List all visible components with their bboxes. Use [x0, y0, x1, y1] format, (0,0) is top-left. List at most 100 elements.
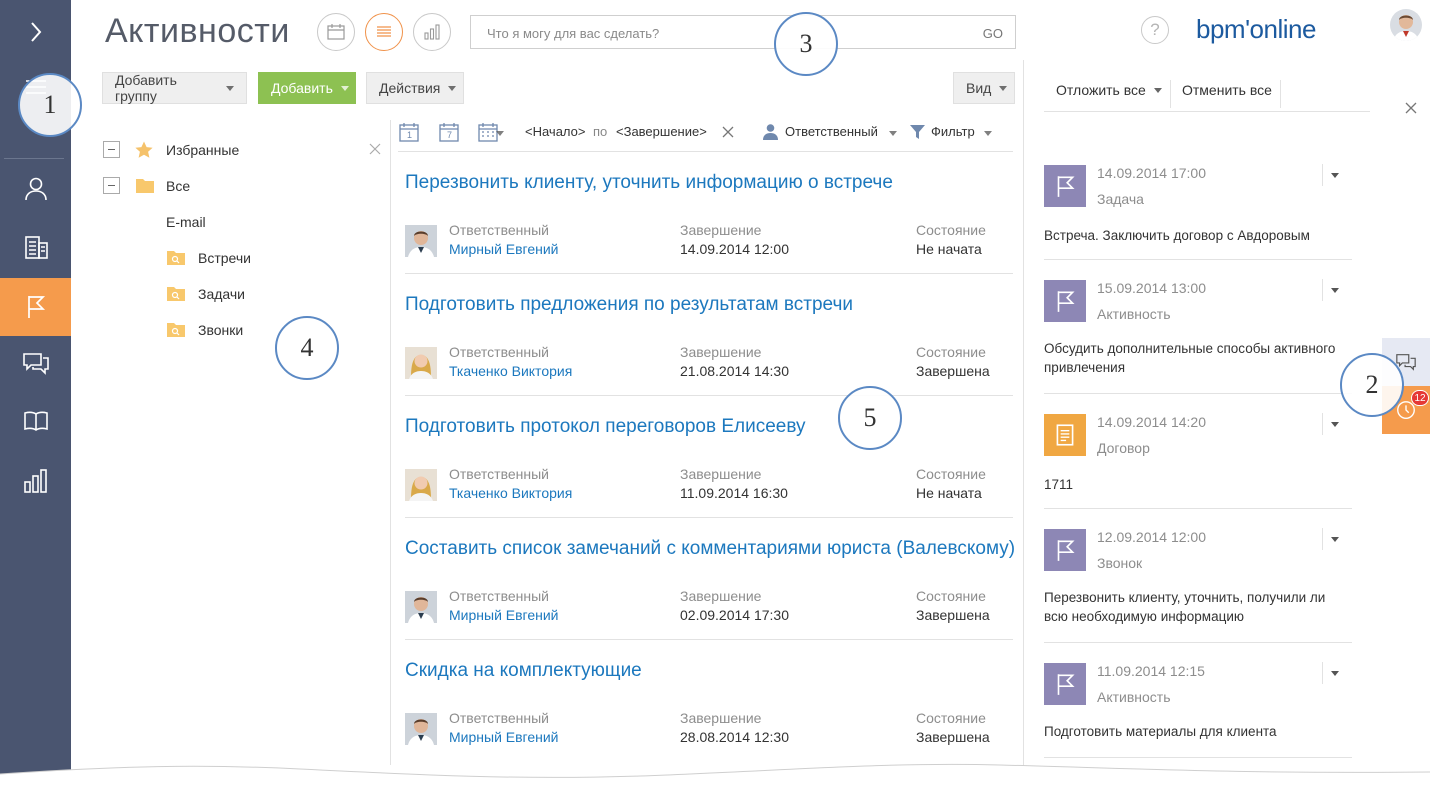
person-icon — [763, 124, 778, 140]
owner-filter[interactable]: Ответственный — [785, 124, 878, 139]
rail-item-feed[interactable] — [0, 334, 71, 392]
search-folder-icon — [167, 287, 185, 301]
notification-menu-button[interactable] — [1322, 528, 1339, 550]
notification-icon — [1044, 165, 1086, 207]
notification-text[interactable]: Перезвонить клиенту, уточнить, получили … — [1044, 588, 1344, 626]
notification-date: 14.09.2014 17:00 — [1097, 165, 1206, 181]
torn-page-edge — [0, 763, 1430, 801]
rail-item-dashboards[interactable] — [0, 452, 71, 510]
folder-favorites[interactable]: Избранные — [166, 142, 239, 158]
list-view-button[interactable] — [365, 13, 403, 51]
person-icon — [24, 177, 47, 201]
folder-calls[interactable]: Звонки — [198, 322, 243, 338]
rail-item-activities[interactable] — [0, 278, 71, 336]
folder-meetings[interactable]: Встречи — [198, 250, 251, 266]
state-value: Не начата — [916, 485, 982, 501]
bar-chart-icon — [23, 469, 47, 493]
command-line[interactable]: Что я могу для вас сделать? GO — [470, 15, 1016, 49]
end-label: Завершение — [680, 466, 762, 482]
collapse-toggle[interactable] — [103, 177, 120, 194]
owner-link[interactable]: Мирный Евгений — [449, 729, 559, 745]
expand-menu-button[interactable] — [0, 3, 71, 61]
owner-link[interactable]: Ткаченко Виктория — [449, 485, 572, 501]
record-divider — [405, 273, 1013, 274]
page-title: Активности — [105, 12, 290, 50]
notification-menu-button[interactable] — [1322, 279, 1339, 301]
notification-text[interactable]: Подготовить материалы для клиента — [1044, 722, 1344, 741]
star-icon — [135, 141, 153, 158]
folder-tasks[interactable]: Задачи — [198, 286, 245, 302]
flag-icon — [1057, 540, 1075, 561]
building-icon — [24, 236, 48, 259]
search-folder-icon — [167, 323, 185, 337]
notification-text[interactable]: Обсудить дополнительные способы активног… — [1044, 339, 1344, 377]
end-label: Завершение — [680, 222, 762, 238]
notification-menu-button[interactable] — [1322, 164, 1339, 186]
notification-text[interactable]: Встреча. Заключить договор с Авдоровым — [1044, 226, 1344, 245]
record-title[interactable]: Составить список замечаний с комментария… — [405, 538, 1015, 560]
rail-item-accounts[interactable] — [0, 218, 71, 276]
filter-button[interactable]: Фильтр — [931, 124, 975, 139]
caret-down-icon[interactable] — [496, 131, 504, 136]
folder-icon — [136, 179, 154, 193]
owner-link[interactable]: Мирный Евгений — [449, 241, 559, 257]
analytics-view-button[interactable] — [413, 13, 451, 51]
caret-down-icon — [1153, 87, 1162, 93]
notification-menu-button[interactable] — [1322, 413, 1339, 435]
cancel-all-button[interactable]: Отменить все — [1182, 82, 1272, 98]
calendar-view-button[interactable] — [317, 13, 355, 51]
view-button[interactable]: Вид — [953, 72, 1015, 104]
state-label: Состояние — [916, 710, 986, 726]
owner-label: Ответственный — [449, 710, 549, 726]
postpone-all-button[interactable]: Отложить все — [1056, 82, 1162, 98]
notification-icon — [1044, 280, 1086, 322]
notification-text[interactable]: 1711 — [1044, 475, 1344, 494]
filter-icon — [910, 125, 925, 139]
period-start[interactable]: <Начало> — [525, 124, 585, 139]
avatar — [405, 713, 437, 745]
help-button[interactable]: ? — [1141, 16, 1169, 44]
add-group-button[interactable]: Добавить группу — [102, 72, 247, 104]
add-group-label: Добавить группу — [115, 72, 177, 104]
collapse-toggle[interactable] — [103, 141, 120, 158]
rail-item-contacts[interactable] — [0, 160, 71, 218]
add-button[interactable]: Добавить — [258, 72, 356, 104]
notification-divider — [1044, 259, 1352, 260]
callout-5: 5 — [838, 386, 902, 450]
notification-type: Активность — [1097, 306, 1171, 322]
clear-period-icon[interactable] — [722, 126, 734, 138]
caret-down-icon[interactable] — [889, 131, 897, 136]
folder-all[interactable]: Все — [166, 178, 190, 194]
owner-link[interactable]: Ткаченко Виктория — [449, 363, 572, 379]
end-value: 14.09.2014 12:00 — [680, 241, 789, 257]
caret-down-icon — [448, 85, 457, 91]
right-panel-divider — [1023, 60, 1024, 801]
notification-menu-button[interactable] — [1322, 662, 1339, 684]
state-label: Состояние — [916, 222, 986, 238]
record-title[interactable]: Скидка на комплектующие — [405, 660, 642, 682]
callout-4: 4 — [275, 316, 339, 380]
owner-link[interactable]: Мирный Евгений — [449, 607, 559, 623]
notification-type: Звонок — [1097, 555, 1143, 571]
record-title[interactable]: Подготовить протокол переговоров Елисеев… — [405, 416, 806, 438]
flag-icon — [1057, 176, 1075, 197]
actions-button[interactable]: Действия — [366, 72, 464, 104]
notification-divider — [1044, 393, 1352, 394]
user-avatar[interactable] — [1390, 9, 1422, 41]
close-folders-icon[interactable] — [368, 142, 382, 156]
caret-down-icon — [999, 85, 1008, 91]
record-title[interactable]: Подготовить предложения по результатам в… — [405, 294, 853, 316]
callout-1: 1 — [18, 73, 82, 137]
folder-email[interactable]: E-mail — [166, 214, 206, 230]
reminders-badge: 12 — [1411, 390, 1429, 406]
flag-icon — [1057, 674, 1075, 695]
go-button[interactable]: GO — [983, 26, 1003, 41]
period-end[interactable]: <Завершение> — [616, 124, 707, 139]
record-title[interactable]: Перезвонить клиенту, уточнить информацию… — [405, 172, 893, 194]
rail-item-knowledge-base[interactable] — [0, 392, 71, 450]
book-icon — [23, 411, 48, 431]
search-input[interactable]: Что я могу для вас сделать? — [487, 26, 659, 41]
caret-down-icon[interactable] — [984, 131, 992, 136]
bar-chart-icon — [424, 24, 440, 40]
close-panel-icon[interactable] — [1404, 101, 1418, 115]
